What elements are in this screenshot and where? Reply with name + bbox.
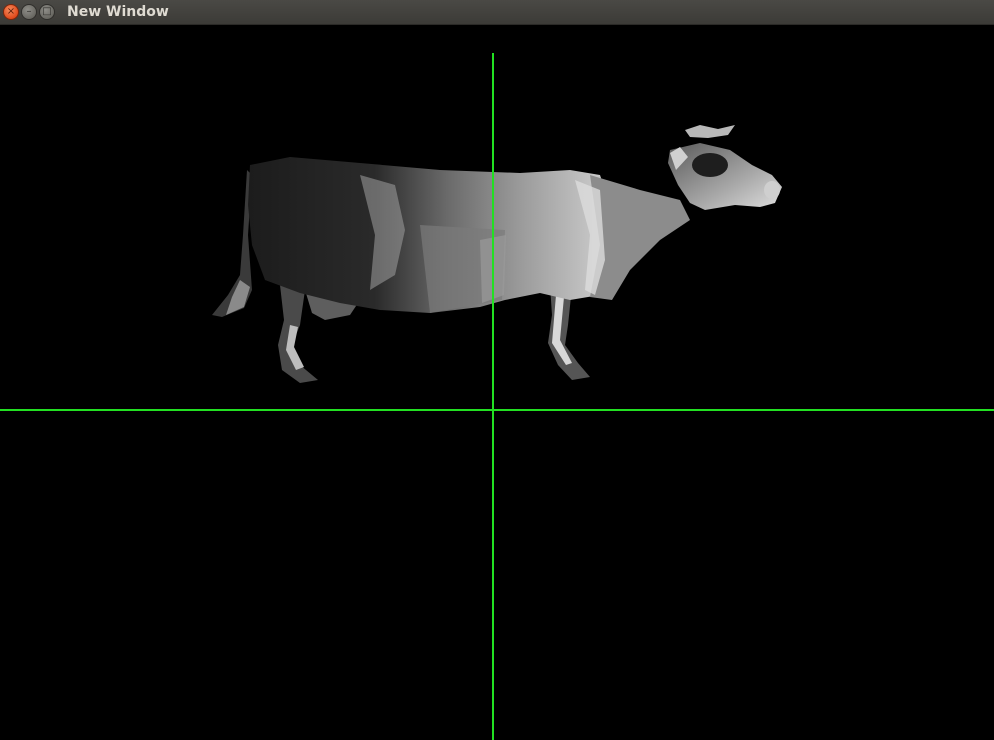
cow-neck bbox=[590, 175, 690, 300]
close-icon: × bbox=[6, 6, 16, 17]
minimize-button[interactable]: – bbox=[21, 4, 37, 20]
close-button[interactable]: × bbox=[3, 4, 19, 20]
window-title: New Window bbox=[67, 4, 169, 20]
cow-head-spot bbox=[692, 153, 728, 177]
render-viewport[interactable] bbox=[0, 25, 994, 740]
title-bar[interactable]: × – □ New Window bbox=[0, 0, 994, 25]
viewport-svg bbox=[0, 53, 994, 740]
app-window: × – □ New Window bbox=[0, 0, 994, 740]
maximize-icon: □ bbox=[42, 6, 52, 17]
cow-muzzle bbox=[764, 181, 780, 199]
maximize-button[interactable]: □ bbox=[39, 4, 55, 20]
minimize-icon: – bbox=[26, 6, 32, 17]
cow-model bbox=[212, 125, 782, 383]
cow-head bbox=[668, 143, 782, 210]
cow-horns bbox=[685, 125, 735, 138]
